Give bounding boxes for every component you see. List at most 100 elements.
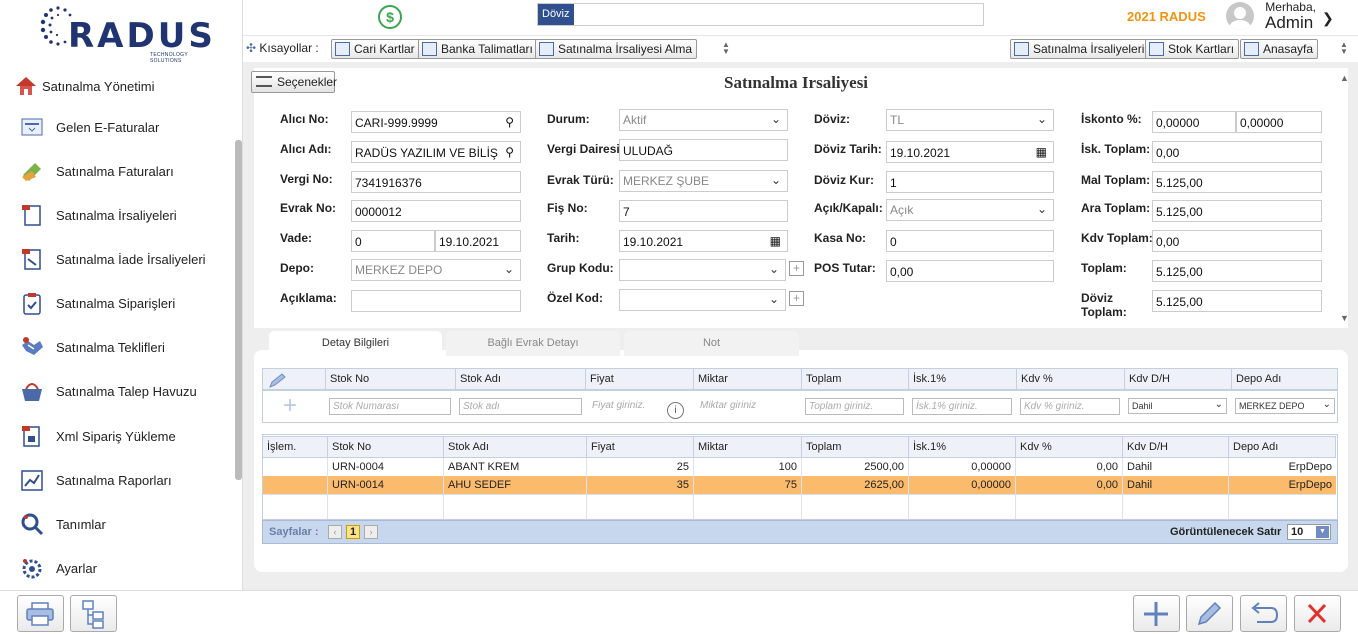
tree-view-button[interactable] <box>70 595 117 632</box>
alici-adi-field[interactable]: RADÜS YAZILIM VE BİLİŞ ⚲ <box>351 141 521 163</box>
grup-kodu-select[interactable]: ⌄ <box>619 259 786 281</box>
table-cell[interactable]: AHU SEDEF <box>443 476 586 494</box>
tab-detay-bilgileri[interactable]: Detay Bilgileri <box>269 331 442 357</box>
shortcut-scroll-arrows-right[interactable]: ▲ ▼ <box>1340 41 1348 56</box>
shortcut-stok-kartlari[interactable]: Stok Kartları <box>1145 39 1240 59</box>
column-header[interactable]: Stok No <box>327 437 443 457</box>
miktar-input[interactable]: Miktar giriniz <box>697 398 797 415</box>
isk-input[interactable]: İsk.1% giriniz. <box>912 398 1012 415</box>
column-header[interactable]: Kdv D/H <box>1122 437 1228 457</box>
table-cell[interactable]: 100 <box>693 458 801 476</box>
shortcut-anasayfa[interactable]: Anasayfa <box>1240 39 1319 59</box>
calendar-icon[interactable]: ▦ <box>770 234 781 248</box>
table-cell[interactable] <box>263 458 327 476</box>
calendar-icon[interactable]: ▦ <box>1036 145 1047 159</box>
column-header[interactable]: İşlem. <box>263 437 327 457</box>
table-cell[interactable]: Dahil <box>1122 458 1228 476</box>
column-header[interactable]: Toplam <box>801 369 908 389</box>
depo-adi-select[interactable]: MERKEZ DEPO ⌄ <box>1235 398 1335 414</box>
add-ozel-kod-button[interactable]: + <box>789 291 804 306</box>
table-cell[interactable]: 0,00 <box>1015 476 1122 494</box>
acik-kapali-select[interactable]: Açık ⌄ <box>886 199 1054 221</box>
column-header[interactable]: İsk.1% <box>908 369 1016 389</box>
tab-bagli-evrak-detayi[interactable]: Bağlı Evrak Detayı <box>446 331 620 356</box>
ozel-kod-select[interactable]: ⌄ <box>619 289 786 311</box>
undo-button[interactable] <box>1240 595 1287 632</box>
vade-date-field[interactable]: 19.10.2021 <box>435 230 521 252</box>
column-header[interactable]: Stok No <box>325 369 455 389</box>
vade-days-field[interactable]: 0 <box>351 230 435 252</box>
edit-button[interactable] <box>1186 595 1233 632</box>
options-button[interactable]: Seçenekler <box>251 71 337 93</box>
shortcut-scroll-arrows[interactable]: ▲ ▼ <box>722 41 730 56</box>
sidebar-item-satinalma-siparisleri[interactable]: Satınalma Siparişleri <box>20 288 175 318</box>
table-cell[interactable] <box>263 476 327 494</box>
sidebar-scrollbar[interactable] <box>235 140 242 480</box>
table-cell[interactable]: 2625,00 <box>801 476 908 494</box>
sidebar-item-satinalma-irsaliyeleri[interactable]: Satınalma İrsaliyeleri <box>20 200 177 230</box>
table-cell[interactable]: 0,00000 <box>908 458 1015 476</box>
kdv-input[interactable]: Kdv % giriniz. <box>1020 398 1120 415</box>
column-header[interactable]: İsk.1% <box>908 437 1015 457</box>
table-cell[interactable]: Dahil <box>1122 476 1228 494</box>
sidebar-item-tanimlar[interactable]: Tanımlar <box>20 509 106 539</box>
table-cell[interactable]: ErpDepo <box>1228 476 1336 494</box>
avatar[interactable] <box>1226 2 1254 30</box>
doviz-select[interactable]: TL ⌄ <box>886 109 1054 131</box>
search-icon[interactable]: ⚲ <box>505 115 514 129</box>
chevron-down-icon[interactable]: ❯ <box>1322 10 1334 27</box>
scroll-up-icon[interactable]: ▲ <box>1340 73 1349 83</box>
column-header[interactable]: Stok Adı <box>455 369 585 389</box>
radus-logo[interactable]: RADUS TECHNOLOGY SOLUTIONS <box>38 4 213 64</box>
column-header[interactable]: Fiyat <box>586 437 693 457</box>
table-cell[interactable]: 0,00 <box>1015 458 1122 476</box>
shortcut-satinalma-irsaliyesi-alma[interactable]: Satınalma İrsaliyesi Alma <box>535 39 698 59</box>
delete-button[interactable] <box>1294 595 1341 632</box>
doviz-kur-field[interactable]: 1 <box>886 171 1054 193</box>
tab-not[interactable]: Not <box>624 331 799 356</box>
iskonto-field-2[interactable]: 0,00000 <box>1236 111 1322 133</box>
table-cell[interactable]: 25 <box>586 458 693 476</box>
evrak-turu-select[interactable]: MERKEZ ŞUBE ⌄ <box>619 170 788 192</box>
shortcut-satinalma-irsaliyeleri[interactable]: Satınalma İrsaliyeleri <box>1010 39 1150 59</box>
pos-tutar-field[interactable]: 0,00 <box>886 260 1054 282</box>
column-header[interactable]: Miktar <box>693 369 801 389</box>
search-icon[interactable]: ⚲ <box>503 145 514 159</box>
sidebar-item-satinalma-talep-havuzu[interactable]: Satınalma Talep Havuzu <box>20 376 197 406</box>
toplam-input[interactable]: Toplam giriniz. <box>805 398 904 415</box>
rows-per-page-select[interactable]: 10 ▼ <box>1287 524 1331 540</box>
sidebar-item-ayarlar[interactable]: Ayarlar <box>20 553 97 583</box>
column-header[interactable]: Fiyat <box>585 369 693 389</box>
depo-select[interactable]: MERKEZ DEPO ⌄ <box>351 259 521 281</box>
column-header[interactable]: Stok Adı <box>443 437 586 457</box>
tarih-field[interactable]: 19.10.2021 ▦ <box>619 230 788 252</box>
ara-toplam-field[interactable]: 5.125,00 <box>1152 200 1322 222</box>
add-row-icon[interactable]: + <box>283 394 297 418</box>
user-name[interactable]: Admin <box>1265 13 1313 33</box>
isk-toplam-field[interactable]: 0,00 <box>1152 141 1322 163</box>
column-header[interactable]: Kdv D/H <box>1124 369 1231 389</box>
add-button[interactable] <box>1133 595 1180 632</box>
fis-no-field[interactable]: 7 <box>619 200 788 222</box>
doviz-toplam-field[interactable]: 5.125,00 <box>1152 290 1322 312</box>
evrak-no-field[interactable]: 0000012 <box>351 200 521 222</box>
prev-page-button[interactable]: ‹ <box>328 525 342 539</box>
column-header[interactable]: Kdv % <box>1016 369 1124 389</box>
iskonto-field-1[interactable]: 0,00000 <box>1152 111 1236 133</box>
alici-no-field[interactable]: CARI-999.9999 ⚲ <box>351 111 521 133</box>
next-page-button[interactable]: › <box>364 525 378 539</box>
aciklama-field[interactable] <box>351 290 521 312</box>
stok-adi-input[interactable]: Stok adı <box>459 398 582 415</box>
table-cell[interactable]: 0,00000 <box>908 476 1015 494</box>
column-header[interactable]: Miktar <box>693 437 801 457</box>
table-cell[interactable]: 75 <box>693 476 801 494</box>
column-header[interactable]: Toplam <box>801 437 908 457</box>
table-row[interactable]: URN-0014 AHU SEDEF 35 75 2625,00 0,00000 0,00 D… <box>263 476 1336 495</box>
sidebar-item-satinalma-faturalari[interactable]: Satınalma Faturaları <box>20 156 174 186</box>
sidebar-item-gelen-e-faturalar[interactable]: Gelen E-Faturalar <box>20 112 159 142</box>
sidebar-item-xml-siparis-yukleme[interactable]: Xml Sipariş Yükleme <box>20 421 176 451</box>
kdv-toplam-field[interactable]: 0,00 <box>1152 230 1322 252</box>
vergi-dairesi-field[interactable]: ULUDAĞ <box>619 139 788 161</box>
sidebar-item-satinalma-iade-irsaliyeleri[interactable]: Satınalma İade İrsaliyeleri <box>20 244 206 274</box>
table-cell[interactable]: URN-0014 <box>327 476 443 494</box>
